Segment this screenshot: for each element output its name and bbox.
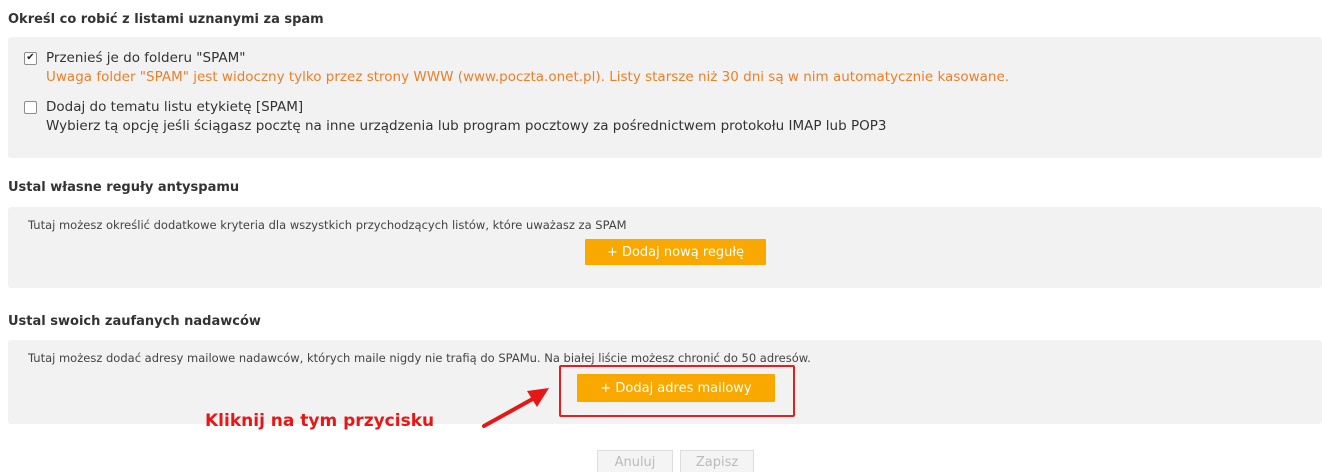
annotation-text: Kliknij na tym przycisku [205, 411, 435, 431]
trusted-senders-title: Ustal swoich zaufanych nadawców [8, 314, 261, 329]
spam-settings-page: Określ co robić z listami uznanymi za sp… [0, 0, 1322, 472]
trusted-senders-description: Tutaj możesz dodać adresy mailowe nadawc… [28, 351, 811, 365]
antispam-rules-panel: Tutaj możesz określić dodatkowe kryteria… [8, 207, 1322, 288]
antispam-rules-description: Tutaj możesz określić dodatkowe kryteria… [28, 218, 627, 232]
cancel-button[interactable]: Anuluj [597, 450, 673, 472]
move-to-spam-option[interactable]: ✔ Przenieś je do folderu "SPAM" [24, 50, 245, 66]
tag-subject-option[interactable]: Dodaj do tematu listu etykietę [SPAM] [24, 99, 303, 115]
annotation-arrow-icon [482, 388, 549, 428]
highlight-box [559, 365, 795, 417]
spam-folder-warning: Uwaga folder "SPAM" jest widoczny tylko … [46, 69, 1010, 85]
tag-subject-checkbox[interactable] [24, 100, 37, 114]
add-rule-button[interactable]: + Dodaj nową regułę [585, 239, 766, 265]
spam-handling-panel: ✔ Przenieś je do folderu "SPAM" Uwaga fo… [8, 37, 1322, 158]
antispam-rules-title: Ustal własne reguły antyspamu [8, 180, 240, 195]
move-to-spam-checkbox[interactable]: ✔ [24, 51, 37, 65]
tag-subject-description: Wybierz tą opcję jeśli ściągasz pocztę n… [46, 118, 887, 134]
spam-handling-title: Określ co robić z listami uznanymi za sp… [8, 12, 324, 27]
save-button[interactable]: Zapisz [680, 450, 754, 472]
tag-subject-label: Dodaj do tematu listu etykietę [SPAM] [46, 99, 304, 115]
move-to-spam-label: Przenieś je do folderu "SPAM" [46, 50, 246, 66]
